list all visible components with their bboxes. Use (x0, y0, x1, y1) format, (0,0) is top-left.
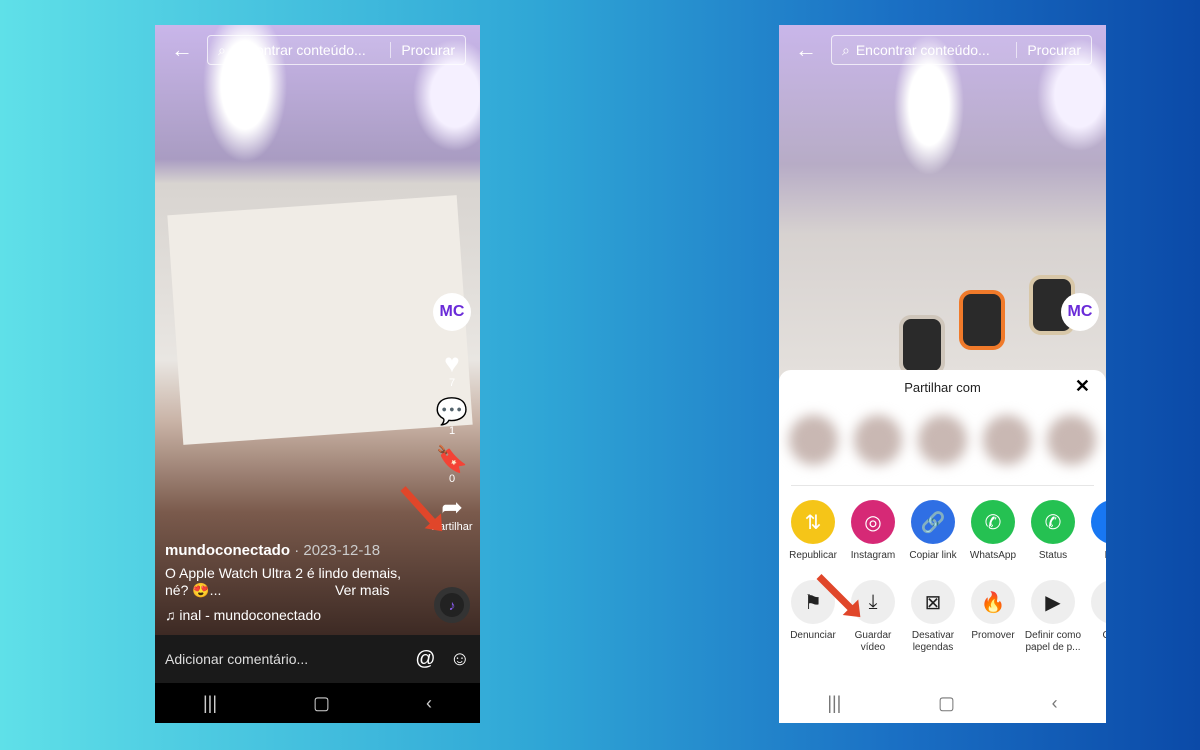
label: Guardar vídeo (854, 630, 892, 653)
share-target-republicar[interactable]: ⇅ Republicar (789, 500, 837, 562)
label: Status (1038, 550, 1068, 561)
share-icon: ◎ (851, 500, 895, 544)
heart-icon[interactable]: ♥ (432, 349, 472, 377)
label: Promover (971, 630, 1015, 641)
like-count: 7 (448, 377, 456, 389)
comment-count: 1 (448, 425, 456, 437)
share-icon: ✆ (971, 500, 1015, 544)
share-target-fac[interactable]: fFac (1091, 500, 1106, 562)
share-icon: f (1091, 500, 1106, 544)
share-sheet: Partilhar com ✕ ⇅ Republicar ◎ Instagram 🔗 Co… (779, 370, 1106, 683)
video-info: mundoconectado · 2023-12-18 O Apple Watc… (165, 542, 425, 623)
search-input[interactable]: Encontrar conteúdo... (856, 42, 1016, 58)
music-label[interactable]: ♫ inal - mundoconectado (165, 607, 425, 623)
contact-avatar[interactable] (918, 415, 967, 465)
actions-row: ⚑ Denunciar ⤓ Guardar vídeo ⊠ Desativar legen… (779, 562, 1106, 654)
label: Denunciar (790, 630, 836, 641)
comment-input[interactable]: Adicionar comentário... (165, 651, 401, 667)
top-bar: ← ⌕ Encontrar conteúdo... Procurar (779, 35, 1106, 65)
avatar[interactable]: MC (1061, 293, 1099, 331)
share-target-status[interactable]: ✆ Status (1031, 500, 1075, 562)
avatar[interactable]: MC (433, 293, 471, 331)
phone-share-screen: ← ⌕ Encontrar conteúdo... Procurar MC Pa… (779, 25, 1106, 723)
sheet-title: Partilhar com (904, 380, 981, 395)
share-target-copiar-link[interactable]: 🔗 Copiar link (909, 500, 957, 562)
share-icon: 🔗 (911, 500, 955, 544)
label: Instagram (850, 550, 896, 561)
search-bar[interactable]: ⌕ Encontrar conteúdo... Procurar (831, 35, 1092, 65)
action-promover[interactable]: 🔥 Promover (971, 580, 1015, 654)
action-rail: MC ♥ 7 💬 1 🔖 0 ➦ Partilhar (432, 293, 472, 533)
share-icon: 🔥 (971, 580, 1015, 624)
username[interactable]: mundoconectado (165, 542, 290, 559)
share-icon: ⇅ (791, 500, 835, 544)
share-icon: ✆ (1031, 500, 1075, 544)
watch-image (899, 315, 945, 375)
search-icon: ⌕ (842, 41, 850, 58)
back-arrow-icon[interactable]: ← (795, 37, 817, 63)
label: WhatsApp (969, 550, 1017, 561)
home-icon[interactable]: ▢ (313, 693, 330, 714)
search-bar[interactable]: ⌕ Encontrar conteúdo... Procurar (207, 35, 466, 65)
home-icon[interactable]: ▢ (938, 693, 955, 714)
back-icon[interactable]: ‹ (1052, 693, 1058, 714)
search-icon: ⌕ (218, 41, 226, 58)
action-rail: MC (1060, 293, 1100, 331)
close-icon[interactable]: ✕ (1075, 376, 1090, 397)
system-nav: ||| ▢ ‹ (155, 683, 480, 723)
label: Copiar link (909, 550, 957, 561)
see-more-link[interactable]: Ver mais (335, 582, 389, 598)
music-disc-icon[interactable]: ♪ (434, 587, 470, 623)
share-icon: ▶ (1031, 580, 1075, 624)
share-targets-row: ⇅ Republicar ◎ Instagram 🔗 Copiar link ✆ WhatsA… (779, 486, 1106, 562)
recent-apps-icon[interactable]: ||| (203, 693, 217, 714)
mention-icon[interactable]: @ (415, 648, 435, 671)
watch-image (959, 290, 1005, 350)
share-target-whatsapp[interactable]: ✆ WhatsApp (970, 500, 1016, 562)
phone-video-screen: ← ⌕ Encontrar conteúdo... Procurar MC ♥ … (155, 25, 480, 723)
share-target-instagram[interactable]: ◎ Instagram (851, 500, 895, 562)
emoji-icon[interactable]: ☺ (450, 648, 470, 671)
action-definir-como-papel-de-p-[interactable]: ▶ Definir como papel de p... (1025, 580, 1081, 654)
label: Desativar legendas (911, 630, 955, 653)
top-bar: ← ⌕ Encontrar conteúdo... Procurar (155, 35, 480, 65)
save-count: 0 (448, 473, 456, 485)
label: Definir como papel de p... (1024, 630, 1082, 653)
post-date: · 2023-12-18 (294, 542, 381, 559)
back-icon[interactable]: ‹ (426, 693, 432, 714)
label: C ad (1083, 630, 1106, 642)
system-nav: ||| ▢ ‹ (779, 683, 1106, 723)
search-input[interactable]: Encontrar conteúdo... (232, 42, 390, 58)
recent-apps-icon[interactable]: ||| (827, 693, 841, 714)
contact-avatar[interactable] (853, 415, 903, 465)
comment-bar: Adicionar comentário... @ ☺ (155, 635, 480, 683)
share-icon: · (1091, 580, 1106, 624)
back-arrow-icon[interactable]: ← (171, 37, 193, 63)
comment-icon[interactable]: 💬 (432, 397, 472, 425)
contact-avatar[interactable] (1047, 415, 1096, 465)
contact-avatar[interactable] (789, 415, 838, 465)
action-desativar-legendas[interactable]: ⊠ Desativar legendas (911, 580, 955, 654)
search-button[interactable]: Procurar (390, 42, 455, 58)
label: Republicar (789, 550, 837, 561)
contact-list (779, 395, 1106, 485)
action-c-ad[interactable]: ·C ad (1091, 580, 1106, 654)
contact-avatar[interactable] (982, 415, 1032, 465)
share-icon: ⊠ (911, 580, 955, 624)
video-box (167, 195, 473, 445)
bookmark-icon[interactable]: 🔖 (432, 445, 472, 473)
label: Fac (1083, 550, 1106, 562)
search-button[interactable]: Procurar (1016, 42, 1081, 58)
